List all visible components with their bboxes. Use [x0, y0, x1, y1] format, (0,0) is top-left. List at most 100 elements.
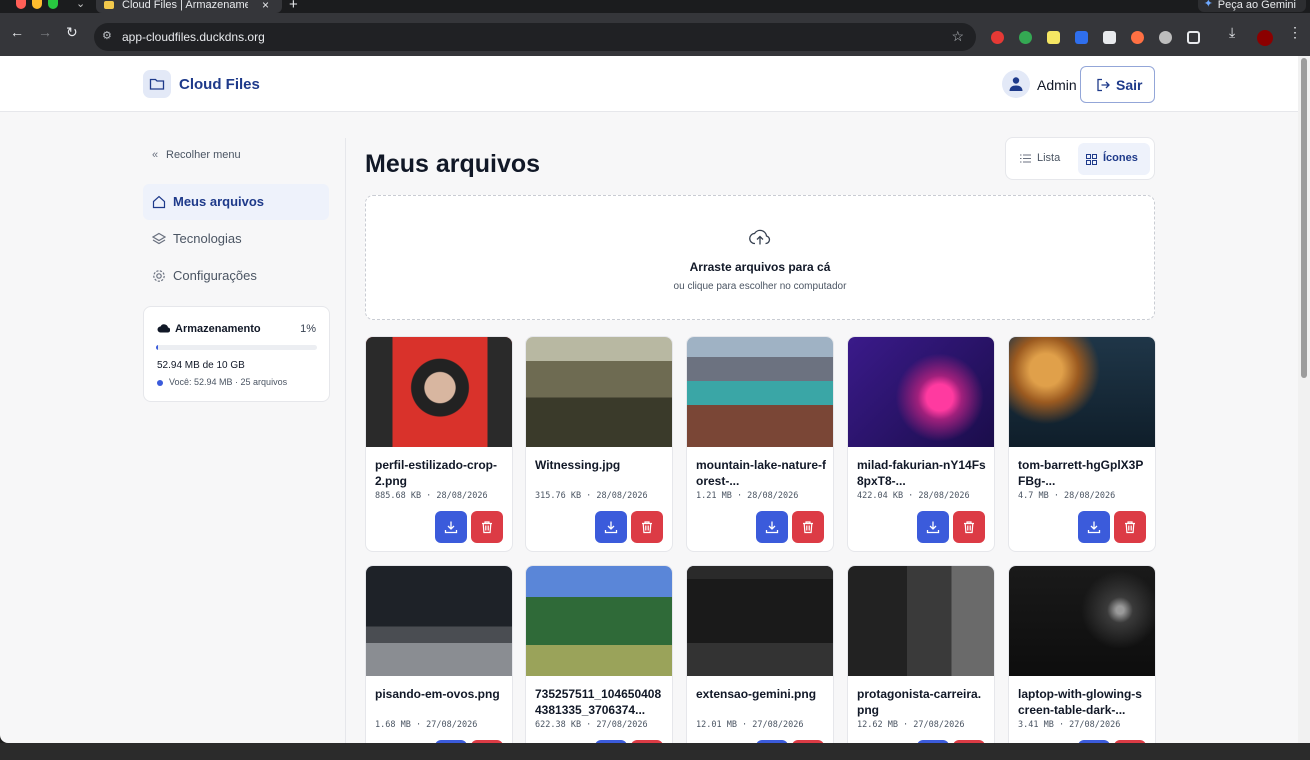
file-card[interactable]: extensao-gemini.png 12.01 MB · 27/08/2026: [686, 565, 834, 743]
forward-icon[interactable]: →: [38, 24, 52, 40]
download-button[interactable]: [435, 511, 467, 543]
upload-dropzone[interactable]: Arraste arquivos para cá ou clique para …: [365, 195, 1155, 320]
window-close-button[interactable]: [16, 0, 26, 9]
file-name: laptop-with-glowing-screen-table-dark-..…: [1018, 687, 1142, 717]
delete-button[interactable]: [471, 511, 503, 543]
extension-openai-icon[interactable]: [1159, 31, 1172, 44]
delete-button[interactable]: [792, 511, 824, 543]
file-card[interactable]: perfil-estilizado-crop-2.png 885.68 KB · …: [365, 336, 513, 552]
legend-dot: [157, 380, 163, 386]
view-list-button[interactable]: Lista: [1012, 143, 1076, 175]
file-card[interactable]: protagonista-carreira.png 12.62 MB · 27/0…: [847, 565, 995, 743]
download-button[interactable]: [1078, 511, 1110, 543]
profile-avatar-icon[interactable]: [1257, 30, 1273, 46]
tab-close-icon[interactable]: ×: [262, 0, 269, 12]
trash-icon: [1125, 521, 1135, 534]
download-icon: [765, 521, 779, 534]
download-button[interactable]: [595, 511, 627, 543]
file-name: perfil-estilizado-crop-2.png: [375, 458, 498, 488]
address-bar[interactable]: ⚙ app-cloudfiles.duckdns.org ☆: [94, 23, 976, 51]
file-thumbnail[interactable]: [366, 337, 512, 447]
storage-title: Armazenamento: [175, 323, 261, 335]
reload-icon[interactable]: ↻: [66, 24, 78, 41]
file-thumbnail[interactable]: [366, 566, 512, 676]
downloads-icon[interactable]: ⤓: [1229, 24, 1235, 41]
collapse-menu-button[interactable]: « Recolher menu: [152, 149, 241, 161]
dropzone-title: Arraste arquivos para cá: [689, 260, 831, 274]
delete-button[interactable]: [1114, 511, 1146, 543]
file-name: extensao-gemini.png: [696, 687, 817, 701]
window-minimize-button[interactable]: [32, 0, 42, 9]
file-card[interactable]: pisando-em-ovos.png 1.68 MB · 27/08/2026: [365, 565, 513, 743]
tab-title: Cloud Files | Armazenamento: [122, 0, 248, 11]
file-thumbnail[interactable]: [687, 337, 833, 447]
gear-icon: [153, 270, 165, 282]
sidebar-item-configuracoes[interactable]: Configurações: [143, 258, 329, 294]
tab-favicon-icon: [104, 1, 114, 9]
bookmark-star-icon[interactable]: ☆: [951, 28, 964, 45]
file-name: milad-fakurian-nY14Fs8pxT8-...: [857, 458, 986, 488]
sidebar-item-label: Tecnologias: [173, 231, 242, 246]
browser-tab[interactable]: Cloud Files | Armazenamento ×: [96, 0, 282, 13]
delete-button[interactable]: [631, 511, 663, 543]
new-tab-icon[interactable]: +: [289, 0, 298, 13]
browser-tab-strip: ⌄ Cloud Files | Armazenamento × + ✦ Peça…: [0, 0, 1310, 13]
file-meta: 12.62 MB · 27/08/2026: [857, 720, 965, 730]
site-info-icon[interactable]: ⚙: [102, 29, 112, 42]
file-name: protagonista-carreira.png: [857, 687, 982, 717]
trash-icon: [482, 521, 492, 534]
file-thumbnail[interactable]: [526, 337, 672, 447]
extensions-puzzle-icon[interactable]: [1187, 31, 1200, 44]
file-meta: 1.68 MB · 27/08/2026: [375, 720, 478, 730]
file-meta: 622.38 KB · 27/08/2026: [535, 720, 648, 730]
file-name: Witnessing.jpg: [535, 458, 621, 472]
file-meta: 4.7 MB · 28/08/2026: [1018, 491, 1116, 501]
file-thumbnail[interactable]: [1009, 566, 1155, 676]
file-card[interactable]: 735257511_1046504084381335_3706374... 622…: [525, 565, 673, 743]
file-card[interactable]: laptop-with-glowing-screen-table-dark-..…: [1008, 565, 1156, 743]
grid-icon: [1086, 154, 1097, 165]
extension-burst-icon[interactable]: [1131, 31, 1144, 44]
sidebar-item-meus-arquivos[interactable]: Meus arquivos: [143, 184, 329, 220]
download-icon: [926, 521, 940, 534]
browser-menu-icon[interactable]: ⋮: [1288, 24, 1302, 41]
delete-button[interactable]: [953, 511, 985, 543]
gemini-button[interactable]: ✦ Peça ao Gemini: [1197, 0, 1306, 12]
file-thumbnail[interactable]: [848, 566, 994, 676]
window-zoom-button[interactable]: [48, 0, 58, 9]
page-viewport: Cloud Files Admin Sair « Recolher menu Me…: [0, 56, 1298, 743]
extension-check-icon[interactable]: [1075, 31, 1088, 44]
file-thumbnail[interactable]: [848, 337, 994, 447]
view-icons-button[interactable]: Ícones: [1078, 143, 1150, 175]
storage-percent: 1%: [300, 323, 316, 335]
download-button[interactable]: [756, 511, 788, 543]
file-card[interactable]: mountain-lake-nature-forest-... 1.21 MB ·…: [686, 336, 834, 552]
file-card[interactable]: tom-barrett-hgGplX3PFBg-... 4.7 MB · 28/0…: [1008, 336, 1156, 552]
extension-red-icon[interactable]: [991, 31, 1004, 44]
dropzone-subtitle: ou clique para escolher no computador: [673, 281, 847, 292]
file-thumbnail[interactable]: [687, 566, 833, 676]
extension-box-icon[interactable]: [1103, 31, 1116, 44]
sidebar-divider: [345, 138, 346, 743]
tab-search-icon[interactable]: ⌄: [76, 0, 85, 10]
file-card[interactable]: milad-fakurian-nY14Fs8pxT8-... 422.04 KB …: [847, 336, 995, 552]
back-icon[interactable]: ←: [10, 24, 24, 40]
file-meta: 1.21 MB · 28/08/2026: [696, 491, 799, 501]
download-button[interactable]: [917, 511, 949, 543]
scrollbar-thumb[interactable]: [1301, 58, 1307, 378]
storage-progress-fill: [156, 345, 158, 350]
download-icon: [604, 521, 618, 534]
sidebar-item-tecnologias[interactable]: Tecnologias: [143, 221, 329, 257]
app-name[interactable]: Cloud Files: [179, 76, 260, 93]
storage-user-usage: Você: 52.94 MB · 25 arquivos: [169, 377, 288, 387]
download-icon: [444, 521, 458, 534]
file-card[interactable]: Witnessing.jpg 315.76 KB · 28/08/2026: [525, 336, 673, 552]
file-thumbnail[interactable]: [1009, 337, 1155, 447]
app-header: Cloud Files Admin Sair: [0, 56, 1298, 112]
page-scrollbar[interactable]: [1298, 56, 1310, 743]
logout-button[interactable]: Sair: [1080, 66, 1155, 103]
file-thumbnail[interactable]: [526, 566, 672, 676]
layers-icon: [152, 232, 166, 245]
extension-plus-icon[interactable]: [1019, 31, 1032, 44]
extension-w-icon[interactable]: [1047, 31, 1060, 44]
